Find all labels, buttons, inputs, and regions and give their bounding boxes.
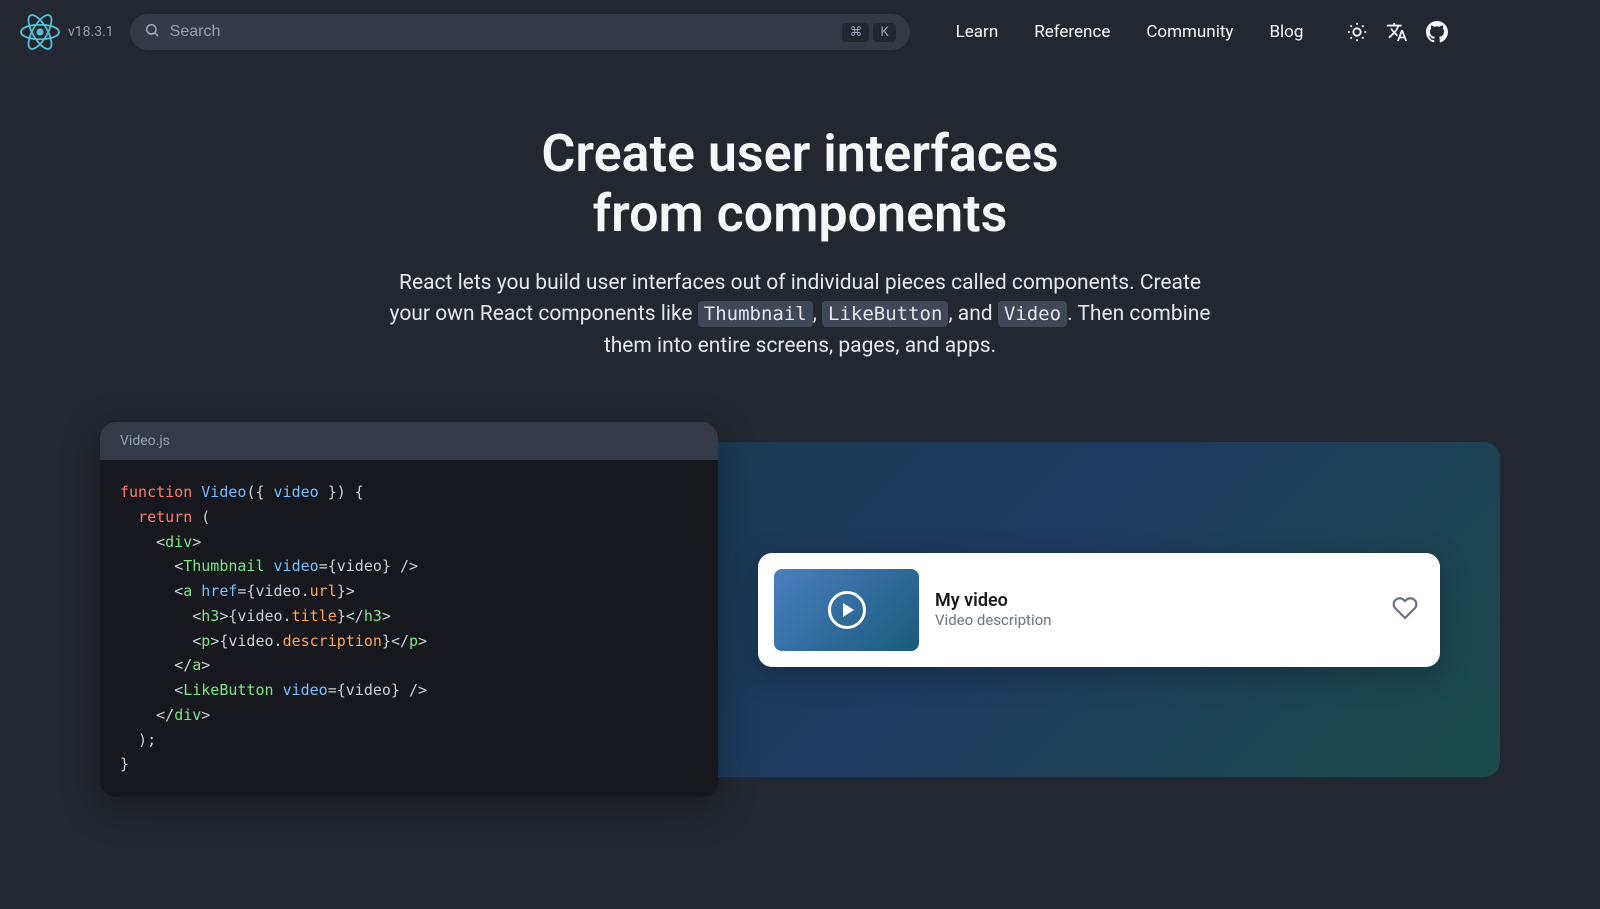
search-input[interactable] [170, 23, 833, 41]
main-content: Create user interfacesfrom components Re… [0, 64, 1600, 797]
nav-blog[interactable]: Blog [1255, 14, 1317, 50]
code-filename-tab: Video.js [100, 422, 718, 460]
code-panel: Video.js function Video({ video }) { ret… [100, 422, 718, 797]
theme-toggle-icon[interactable] [1345, 20, 1369, 44]
video-info[interactable]: My video Video description [935, 590, 1376, 629]
video-card: My video Video description [758, 553, 1440, 667]
hero-description: React lets you build user interfaces out… [385, 268, 1215, 363]
code-likebutton: LikeButton [822, 301, 948, 327]
video-title: My video [935, 590, 1376, 611]
search-shortcut: ⌘ K [842, 23, 895, 42]
hero-title: Create user interfacesfrom components [100, 124, 1500, 244]
nav-community[interactable]: Community [1132, 14, 1247, 50]
github-icon[interactable] [1425, 20, 1449, 44]
search-icon [144, 22, 160, 42]
nav-reference[interactable]: Reference [1020, 14, 1124, 50]
code-body: function Video({ video }) { return ( <di… [100, 460, 718, 797]
preview-panel: My video Video description [698, 442, 1500, 777]
like-button[interactable] [1392, 595, 1424, 625]
demo-section: Video.js function Video({ video }) { ret… [100, 422, 1500, 797]
code-thumbnail: Thumbnail [698, 301, 813, 327]
logo-group[interactable]: v18.3.1 [20, 12, 114, 52]
kbd-k: K [873, 23, 895, 42]
search-box[interactable]: ⌘ K [130, 14, 910, 50]
video-thumbnail[interactable] [774, 569, 919, 651]
top-header: v18.3.1 ⌘ K Learn Reference Community Bl… [0, 0, 1600, 64]
nav-learn[interactable]: Learn [942, 14, 1013, 50]
play-icon [828, 591, 866, 629]
video-description: Video description [935, 611, 1376, 629]
react-logo-icon [20, 12, 60, 52]
translate-icon[interactable] [1385, 20, 1409, 44]
header-icons [1345, 20, 1449, 44]
version-label: v18.3.1 [68, 24, 114, 40]
kbd-cmd: ⌘ [842, 23, 869, 42]
main-nav: Learn Reference Community Blog [942, 14, 1318, 50]
code-video: Video [998, 301, 1067, 327]
